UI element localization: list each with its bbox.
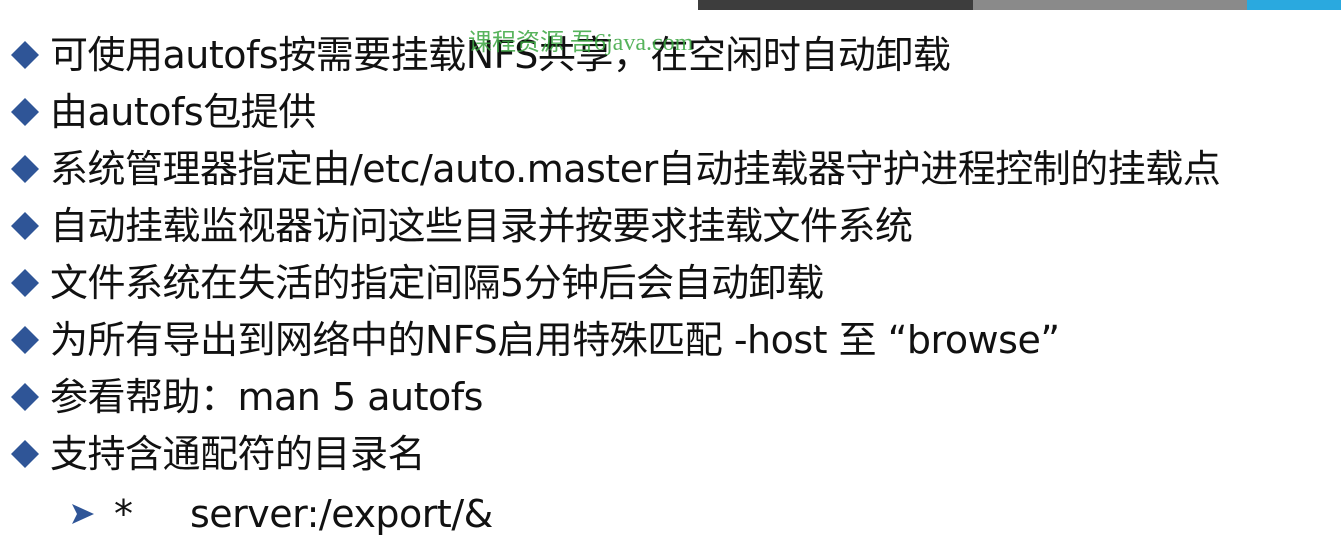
arrow-right-icon: [66, 497, 100, 531]
sub-bullet-item: * server:/export/&: [66, 485, 493, 543]
wildcard-path: server:/export/&: [190, 492, 493, 536]
diamond-icon: [8, 152, 42, 186]
diamond-icon: [8, 95, 42, 129]
strip-segment-blue: [1247, 0, 1341, 10]
strip-segment-dark: [698, 0, 973, 10]
bullet-item: 系统管理器指定由/etc/auto.master自动挂载器守护进程控制的挂载点: [8, 140, 1221, 198]
diamond-icon: [8, 266, 42, 300]
bullet-text: 参看帮助：man 5 autofs: [50, 375, 483, 419]
bullet-item: 为所有导出到网络中的NFS启用特殊匹配 -host 至 “browse”: [8, 311, 1060, 369]
bullet-text: 由autofs包提供: [50, 90, 316, 134]
watermark-text: 课程资源 吾6java.com: [468, 30, 694, 56]
slide-content: 可使用autofs按需要挂载NFS共享，在空闲时自动卸载 由autofs包提供 …: [0, 20, 1341, 546]
bullet-text: 支持含通配符的目录名: [50, 432, 426, 476]
bullet-item: 文件系统在失活的指定间隔5分钟后会自动卸载: [8, 254, 824, 312]
diamond-icon: [8, 380, 42, 414]
bullet-text: 文件系统在失活的指定间隔5分钟后会自动卸载: [50, 261, 824, 305]
wildcard-key: *: [114, 492, 133, 536]
diamond-icon: [8, 323, 42, 357]
bullet-item: 自动挂载监视器访问这些目录并按要求挂载文件系统: [8, 197, 913, 255]
bullet-text: 自动挂载监视器访问这些目录并按要求挂载文件系统: [50, 204, 913, 248]
bullet-text: 为所有导出到网络中的NFS启用特殊匹配 -host 至 “browse”: [50, 318, 1060, 362]
bullet-item: 参看帮助：man 5 autofs: [8, 368, 483, 426]
diamond-icon: [8, 437, 42, 471]
strip-segment-gray: [973, 0, 1247, 10]
bullet-item: 由autofs包提供: [8, 83, 316, 141]
diamond-icon: [8, 209, 42, 243]
top-progress-strip: [0, 0, 1341, 10]
diamond-icon: [8, 38, 42, 72]
bullet-text: 系统管理器指定由/etc/auto.master自动挂载器守护进程控制的挂载点: [50, 147, 1221, 191]
bullet-item: 支持含通配符的目录名: [8, 425, 426, 483]
